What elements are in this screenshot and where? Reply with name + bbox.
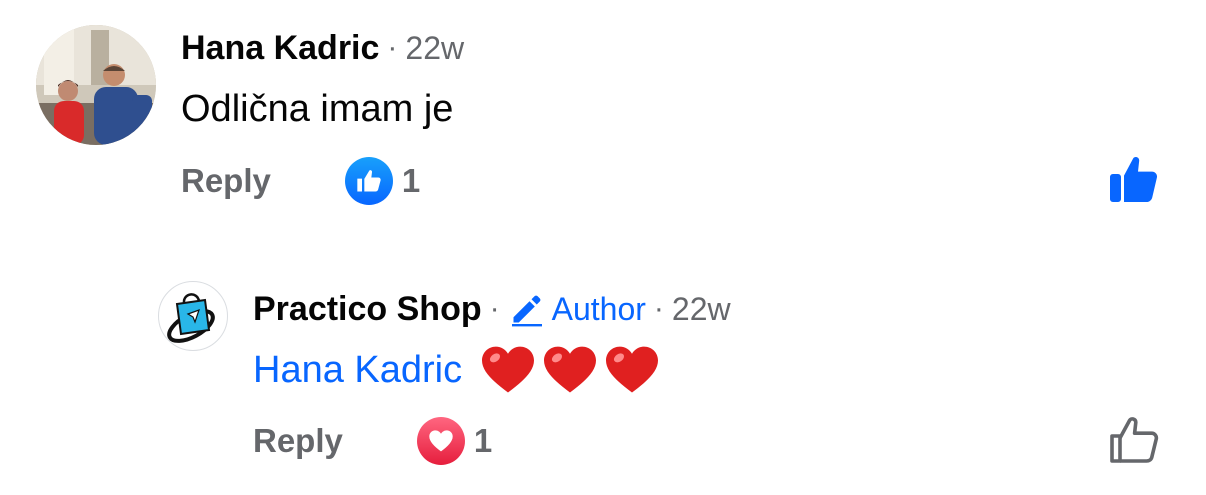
author-badge: Author — [508, 291, 646, 328]
author-badge-label: Author — [551, 290, 646, 327]
shop-logo-icon — [167, 293, 215, 343]
like-button[interactable] — [1108, 414, 1160, 464]
comment-actions: Reply 1 — [181, 156, 420, 206]
separator-dot: · — [653, 292, 664, 325]
shop-avatar[interactable] — [158, 281, 228, 351]
thumbs-up-icon — [357, 170, 381, 192]
mention-link[interactable]: Hana Kadric — [253, 349, 462, 392]
reply-button[interactable]: Reply — [181, 162, 271, 200]
heart-icon — [429, 430, 453, 452]
heart-emoji-icon — [606, 346, 659, 393]
profile-photo — [36, 25, 156, 145]
reaction-summary[interactable]: 1 — [416, 417, 493, 465]
thumbs-up-outline-icon — [1110, 417, 1159, 463]
reaction-summary[interactable]: 1 — [344, 157, 421, 205]
reply-text: Hana Kadric — [253, 343, 666, 397]
love-icon — [416, 417, 465, 465]
comment-header: Hana Kadric · 22w — [181, 26, 464, 70]
comment-author-name[interactable]: Hana Kadric — [181, 29, 379, 68]
like-button[interactable] — [1108, 154, 1160, 204]
comment-text: Odlična imam je — [181, 88, 454, 130]
reaction-count: 1 — [473, 422, 493, 459]
reply-timestamp[interactable]: 22w — [672, 291, 731, 328]
reply-actions: Reply 1 — [253, 416, 492, 466]
thumbs-up-filled-icon — [1110, 157, 1158, 202]
reaction-count: 1 — [401, 162, 421, 199]
reply-header: Practico Shop · Author · 22w — [253, 287, 731, 331]
heart-emoji-icon — [482, 346, 535, 393]
reply-author-name[interactable]: Practico Shop — [253, 290, 482, 329]
comment-timestamp[interactable]: 22w — [405, 30, 464, 67]
reply-button[interactable]: Reply — [253, 422, 343, 460]
pencil-icon — [511, 295, 542, 327]
separator-dot: · — [387, 31, 398, 64]
heart-emoji-icon — [544, 346, 597, 393]
separator-dot: · — [489, 292, 500, 325]
avatar[interactable] — [36, 25, 156, 145]
like-icon — [344, 157, 393, 205]
heart-emojis — [480, 344, 666, 396]
